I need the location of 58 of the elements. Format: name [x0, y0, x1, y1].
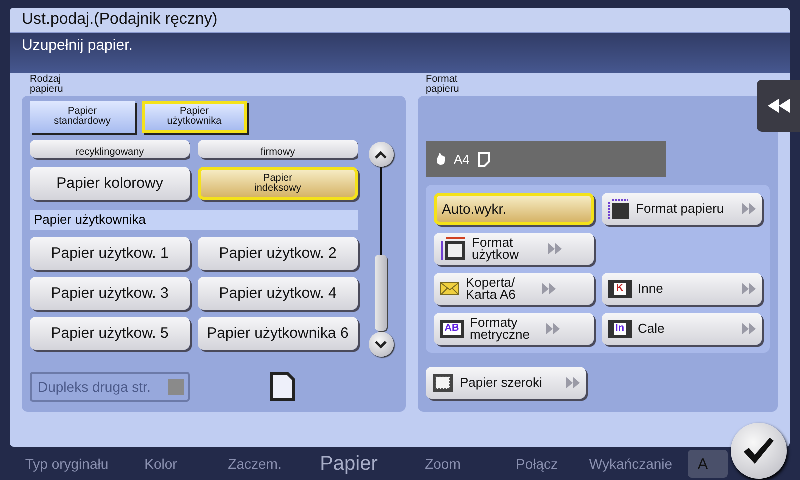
side-panel-button[interactable]	[757, 80, 800, 132]
chevron-up-icon	[375, 150, 387, 158]
double-arrow-icon	[742, 203, 756, 215]
letter-icon: AB	[440, 320, 464, 338]
paper-type-button[interactable]: Papier indeksowy	[198, 167, 358, 200]
page-icon	[270, 372, 296, 402]
category-tab[interactable]: Papier użytkownika	[142, 101, 247, 133]
section-label: Rodzaj papieru	[29, 75, 64, 96]
double-arrow-icon	[566, 377, 580, 389]
paper-type-button[interactable]: recyklingowany	[30, 140, 190, 158]
paper-type-button[interactable]: Papier użytkow. 1	[30, 237, 190, 270]
paper-size-button[interactable]: K Inne	[602, 273, 762, 305]
paper-size-button[interactable]: Koperta/ Karta A6	[434, 273, 594, 305]
function-tab[interactable]: Zaczem.	[208, 456, 302, 472]
paper-type-button[interactable]: Papier użytkownika 6	[198, 317, 358, 350]
section-label: Format papieru	[425, 75, 460, 96]
dashed-frame-icon	[432, 373, 454, 393]
letter-icon: In	[608, 320, 632, 338]
paper-type-button[interactable]: Papier użytkow. 5	[30, 317, 190, 350]
category-tab[interactable]: Papier standardowy	[30, 101, 135, 133]
paper-size-button[interactable]: Format papieru	[602, 193, 762, 225]
ok-button[interactable]	[731, 423, 787, 479]
section-header: Papier użytkownika	[30, 210, 358, 230]
double-left-arrow-icon	[768, 99, 790, 113]
envelope-icon	[440, 282, 460, 296]
function-tab[interactable]: Kolor	[114, 456, 208, 472]
function-tab[interactable]: Połącz	[490, 456, 584, 472]
letter-icon: K	[608, 280, 632, 298]
paper-size-button[interactable]: Papier szeroki	[426, 367, 586, 399]
paper-type-button[interactable]: firmowy	[198, 140, 358, 158]
paper-size-button[interactable]: Auto.wykr.	[434, 193, 594, 225]
hand-icon	[436, 153, 446, 165]
paper-size-value: A4	[454, 152, 470, 166]
double-arrow-icon	[548, 243, 562, 255]
double-arrow-icon	[546, 323, 560, 335]
paper-type-button[interactable]: Papier użytkow. 4	[198, 277, 358, 310]
function-tab[interactable]: Papier	[302, 452, 396, 476]
dialog-title: Ust.podaj.(Podajnik ręczny)	[10, 8, 790, 33]
paper-size-button[interactable]: Format użytkow	[434, 233, 594, 265]
paper-size-button[interactable]: In Cale	[602, 313, 762, 345]
double-arrow-icon	[742, 323, 756, 335]
frame-icon	[440, 237, 466, 261]
double-arrow-icon	[542, 283, 556, 295]
function-tab[interactable]: Typ oryginału	[20, 456, 114, 472]
paper-type-button[interactable]: Papier użytkow. 3	[30, 277, 190, 310]
scroll-thumb[interactable]	[375, 255, 387, 331]
chevron-down-icon	[375, 340, 387, 348]
status-message: Uzupełnij papier.	[10, 33, 790, 73]
paper-type-button[interactable]: Papier użytkow. 2	[198, 237, 358, 270]
scroll-up-button[interactable]	[368, 142, 394, 167]
page-icon	[478, 152, 490, 166]
scroll-down-button[interactable]	[368, 332, 394, 357]
function-tab[interactable]: Zoom	[396, 456, 490, 472]
paper-type-button[interactable]: Papier kolorowy	[30, 167, 190, 200]
check-icon	[744, 438, 774, 464]
function-tab[interactable]: Wykańczanie	[584, 456, 678, 472]
double-arrow-icon	[742, 283, 756, 295]
question-frame-icon	[608, 198, 630, 220]
